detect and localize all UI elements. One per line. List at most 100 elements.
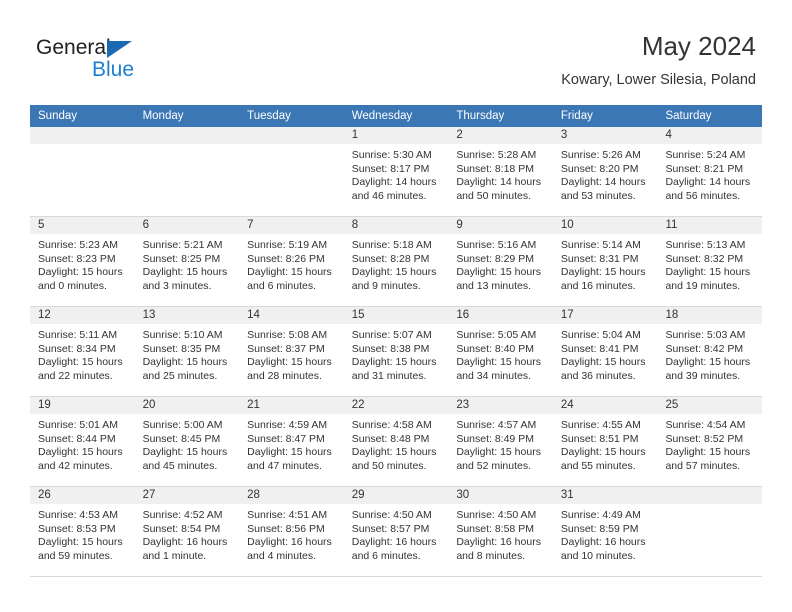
- calendar-day-cell[interactable]: 17 Sunrise: 5:04 AM Sunset: 8:41 PM Dayligh…: [552, 307, 658, 396]
- calendar-day-cell[interactable]: 13 Sunrise: 5:10 AM Sunset: 8:35 PM Dayligh…: [134, 307, 240, 396]
- calendar-day-cell[interactable]: 20 Sunrise: 5:00 AM Sunset: 8:45 PM Dayligh…: [134, 397, 240, 486]
- sunset-text: Sunset: 8:56 PM: [247, 522, 325, 535]
- day-number: 5: [30, 217, 135, 234]
- sunset-text: Sunset: 8:31 PM: [560, 252, 639, 265]
- day-number: 11: [657, 217, 763, 234]
- page-subtitle: Kowary, Lower Silesia, Poland: [561, 72, 756, 88]
- day-number: 23: [448, 397, 553, 414]
- day-details: Sunrise: 5:26 AM Sunset: 8:20 PM Daylight:…: [553, 144, 658, 203]
- calendar-day-cell[interactable]: 22 Sunrise: 4:58 AM Sunset: 8:48 PM Dayligh…: [343, 397, 449, 486]
- day-number: [657, 487, 763, 504]
- daylight-text-line1: Daylight: 15 hours: [665, 446, 751, 459]
- calendar-day-cell[interactable]: 9 Sunrise: 5:16 AM Sunset: 8:29 PM Daylight…: [448, 217, 553, 306]
- day-details: Sunrise: 4:58 AM Sunset: 8:48 PM Daylight:…: [344, 414, 449, 473]
- sunset-text: Sunset: 8:20 PM: [560, 162, 639, 175]
- daylight-text-line1: Daylight: 15 hours: [142, 446, 228, 459]
- calendar-day-cell[interactable]: 29 Sunrise: 4:50 AM Sunset: 8:57 PM Dayligh…: [343, 487, 449, 576]
- daylight-text-line1: Daylight: 15 hours: [38, 266, 123, 279]
- calendar-day-cell[interactable]: 31 Sunrise: 4:49 AM Sunset: 8:59 PM Dayligh…: [552, 487, 658, 576]
- day-number: 4: [657, 127, 763, 144]
- day-number: 8: [343, 217, 449, 234]
- sunset-text: Sunset: 8:53 PM: [38, 522, 116, 535]
- sunrise-text: Sunrise: 4:51 AM: [247, 509, 328, 521]
- daylight-text-line1: Daylight: 14 hours: [560, 176, 646, 189]
- daylight-text-line1: Daylight: 15 hours: [38, 356, 123, 369]
- calendar-day-cell[interactable]: 4 Sunrise: 5:24 AM Sunset: 8:21 PM Daylight…: [657, 127, 763, 216]
- calendar-day-cell[interactable]: 10 Sunrise: 5:14 AM Sunset: 8:31 PM Dayligh…: [552, 217, 658, 306]
- daylight-text-line2: and 57 minutes.: [665, 459, 741, 472]
- daylight-text-line2: and 50 minutes.: [456, 189, 532, 202]
- day-number: 17: [552, 307, 658, 324]
- calendar-day-cell[interactable]: 16 Sunrise: 5:05 AM Sunset: 8:40 PM Dayligh…: [448, 307, 553, 396]
- daylight-text-line1: Daylight: 14 hours: [665, 176, 751, 189]
- calendar-day-cell[interactable]: 24 Sunrise: 4:55 AM Sunset: 8:51 PM Dayligh…: [552, 397, 658, 486]
- sunrise-text: Sunrise: 4:59 AM: [247, 419, 328, 431]
- daylight-text-line1: Daylight: 15 hours: [351, 356, 437, 369]
- sunset-text: Sunset: 8:42 PM: [665, 342, 744, 355]
- day-number: 24: [552, 397, 658, 414]
- daylight-text-line2: and 53 minutes.: [560, 189, 636, 202]
- sunset-text: Sunset: 8:34 PM: [38, 342, 116, 355]
- calendar-day-cell[interactable]: 7 Sunrise: 5:19 AM Sunset: 8:26 PM Daylight…: [239, 217, 344, 306]
- calendar-day-cell-empty: [657, 487, 763, 576]
- calendar-day-cell[interactable]: 28 Sunrise: 4:51 AM Sunset: 8:56 PM Dayligh…: [239, 487, 344, 576]
- daylight-text-line1: Daylight: 16 hours: [351, 536, 437, 549]
- day-number: 1: [343, 127, 449, 144]
- day-details: Sunrise: 5:10 AM Sunset: 8:35 PM Daylight:…: [135, 324, 240, 383]
- calendar-day-cell[interactable]: 8 Sunrise: 5:18 AM Sunset: 8:28 PM Daylight…: [343, 217, 449, 306]
- daylight-text-line2: and 4 minutes.: [247, 549, 317, 562]
- daylight-text-line1: Daylight: 15 hours: [456, 266, 541, 279]
- calendar-day-cell[interactable]: 6 Sunrise: 5:21 AM Sunset: 8:25 PM Daylight…: [134, 217, 240, 306]
- daylight-text-line1: Daylight: 16 hours: [247, 536, 332, 549]
- daylight-text-line1: Daylight: 15 hours: [38, 446, 123, 459]
- calendar-day-cell[interactable]: 5 Sunrise: 5:23 AM Sunset: 8:23 PM Daylight…: [30, 217, 135, 306]
- daylight-text-line1: Daylight: 14 hours: [456, 176, 541, 189]
- title-block: May 2024 Kowary, Lower Silesia, Poland: [561, 30, 756, 90]
- calendar-day-cell[interactable]: 21 Sunrise: 4:59 AM Sunset: 8:47 PM Dayligh…: [239, 397, 344, 486]
- sunset-text: Sunset: 8:28 PM: [351, 252, 430, 265]
- calendar-day-cell-empty: [239, 127, 344, 216]
- sunrise-text: Sunrise: 5:13 AM: [665, 239, 746, 251]
- day-details: Sunrise: 4:57 AM Sunset: 8:49 PM Daylight:…: [448, 414, 553, 473]
- sunset-text: Sunset: 8:54 PM: [142, 522, 221, 535]
- calendar-week-row: 12 Sunrise: 5:11 AM Sunset: 8:34 PM Dayligh…: [30, 307, 763, 397]
- daylight-text-line2: and 52 minutes.: [456, 459, 532, 472]
- sunset-text: Sunset: 8:58 PM: [456, 522, 534, 535]
- sunrise-text: Sunrise: 4:53 AM: [38, 509, 118, 521]
- day-details: Sunrise: 5:13 AM Sunset: 8:32 PM Daylight:…: [657, 234, 762, 293]
- sunset-text: Sunset: 8:49 PM: [456, 432, 534, 445]
- calendar-day-cell[interactable]: 12 Sunrise: 5:11 AM Sunset: 8:34 PM Dayligh…: [30, 307, 135, 396]
- sunrise-text: Sunrise: 5:10 AM: [142, 329, 223, 341]
- day-details: Sunrise: 4:55 AM Sunset: 8:51 PM Daylight:…: [553, 414, 658, 473]
- daylight-text-line1: Daylight: 14 hours: [351, 176, 437, 189]
- calendar-day-cell[interactable]: 2 Sunrise: 5:28 AM Sunset: 8:18 PM Daylight…: [448, 127, 553, 216]
- calendar-day-cell[interactable]: 15 Sunrise: 5:07 AM Sunset: 8:38 PM Dayligh…: [343, 307, 449, 396]
- sunset-text: Sunset: 8:17 PM: [351, 162, 430, 175]
- day-details: Sunrise: 5:04 AM Sunset: 8:41 PM Daylight:…: [553, 324, 658, 383]
- calendar-day-cell[interactable]: 19 Sunrise: 5:01 AM Sunset: 8:44 PM Dayligh…: [30, 397, 135, 486]
- calendar-day-cell[interactable]: 27 Sunrise: 4:52 AM Sunset: 8:54 PM Dayligh…: [134, 487, 240, 576]
- calendar-day-cell[interactable]: 25 Sunrise: 4:54 AM Sunset: 8:52 PM Dayligh…: [657, 397, 763, 486]
- day-number: 9: [448, 217, 553, 234]
- day-details: Sunrise: 4:49 AM Sunset: 8:59 PM Daylight:…: [553, 504, 658, 563]
- day-number: [30, 127, 135, 144]
- calendar-day-cell[interactable]: 3 Sunrise: 5:26 AM Sunset: 8:20 PM Daylight…: [552, 127, 658, 216]
- calendar-day-cell[interactable]: 14 Sunrise: 5:08 AM Sunset: 8:37 PM Dayligh…: [239, 307, 344, 396]
- day-details: Sunrise: 5:21 AM Sunset: 8:25 PM Daylight:…: [135, 234, 240, 293]
- sunrise-text: Sunrise: 5:24 AM: [665, 149, 746, 161]
- calendar-day-cell[interactable]: 18 Sunrise: 5:03 AM Sunset: 8:42 PM Dayligh…: [657, 307, 763, 396]
- sunrise-text: Sunrise: 5:18 AM: [351, 239, 432, 251]
- sunset-text: Sunset: 8:47 PM: [247, 432, 325, 445]
- daylight-text-line1: Daylight: 15 hours: [665, 266, 751, 279]
- day-number: 7: [239, 217, 344, 234]
- sunset-text: Sunset: 8:48 PM: [351, 432, 430, 445]
- calendar-day-cell[interactable]: 30 Sunrise: 4:50 AM Sunset: 8:58 PM Dayligh…: [448, 487, 553, 576]
- calendar-day-cell[interactable]: 26 Sunrise: 4:53 AM Sunset: 8:53 PM Dayligh…: [30, 487, 135, 576]
- calendar-day-cell[interactable]: 23 Sunrise: 4:57 AM Sunset: 8:49 PM Dayligh…: [448, 397, 553, 486]
- day-number: 19: [30, 397, 135, 414]
- sunset-text: Sunset: 8:21 PM: [665, 162, 744, 175]
- calendar-day-cell[interactable]: 11 Sunrise: 5:13 AM Sunset: 8:32 PM Dayligh…: [657, 217, 763, 306]
- general-blue-logo[interactable]: General Blue: [36, 36, 216, 86]
- calendar-day-cell[interactable]: 1 Sunrise: 5:30 AM Sunset: 8:17 PM Daylight…: [343, 127, 449, 216]
- daylight-text-line2: and 59 minutes.: [38, 549, 113, 562]
